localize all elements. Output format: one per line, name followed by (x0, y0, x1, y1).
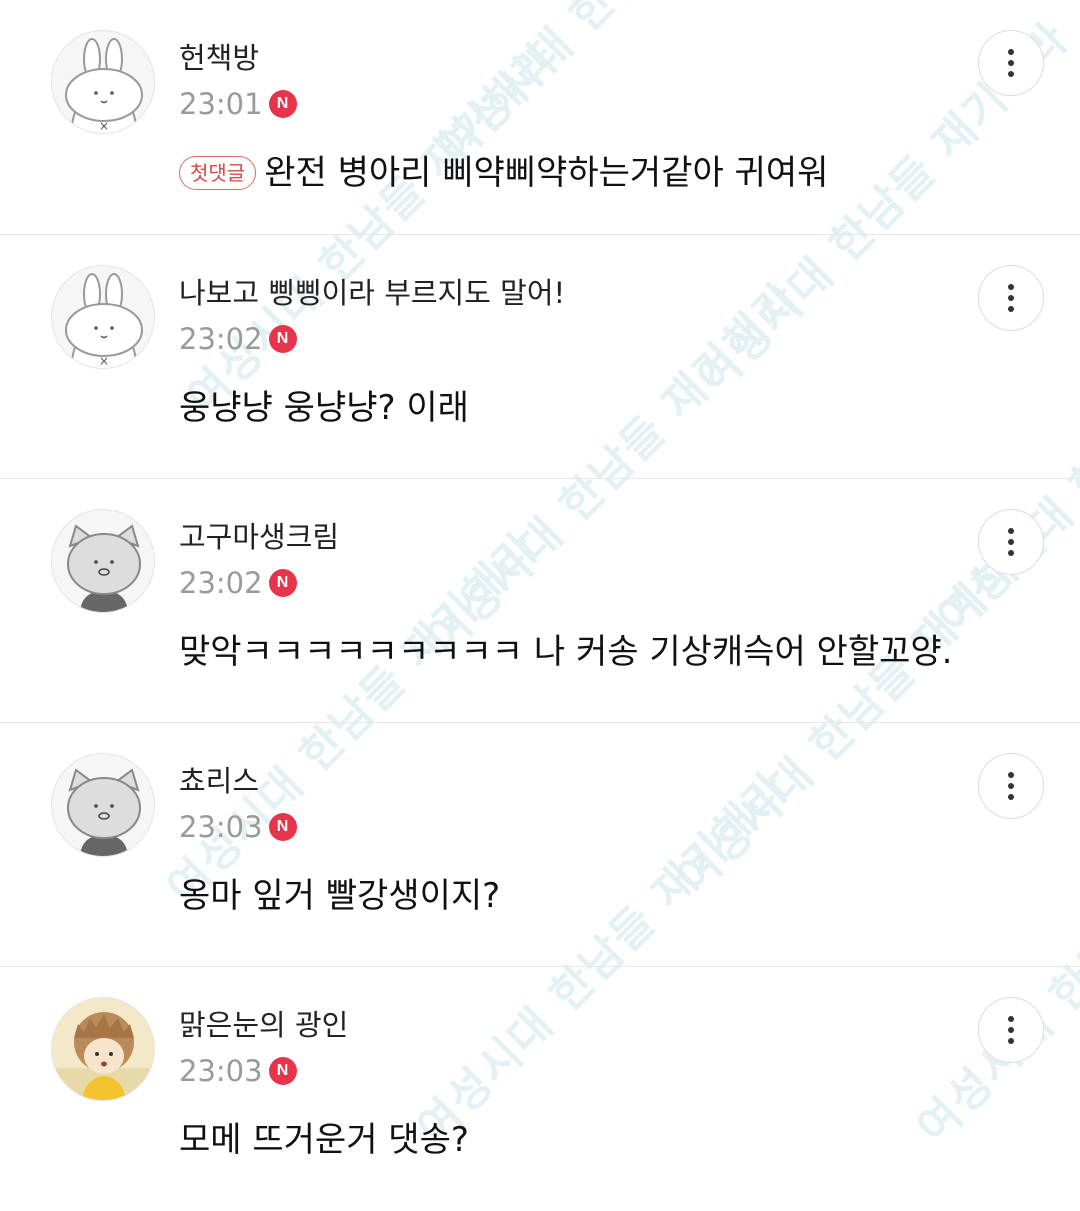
kebab-dot-icon (1008, 772, 1014, 778)
kebab-dot-icon (1008, 295, 1014, 301)
comment-body: 첫댓글 완전 병아리 삐약삐약하는거같아 귀여워 (179, 152, 828, 194)
rabbit-avatar[interactable]: × (51, 30, 155, 134)
kebab-dot-icon (1008, 1038, 1014, 1044)
timestamp: 23:01 (179, 87, 263, 121)
comment-meta: 23:01 N (179, 86, 297, 122)
comment-item: 맑은눈의 광인 23:03 N 모메 뜨거운거 댓송? (0, 967, 1080, 1211)
comment-item: 고구마생크림 23:02 N 맞악ㅋㅋㅋㅋㅋㅋㅋㅋㅋ 나 커송 기상캐슥어 안할… (0, 479, 1080, 723)
comment-body: 웅냥냥 웅냥냥? 이래 (179, 387, 469, 429)
more-options-button[interactable] (978, 509, 1044, 575)
kebab-dot-icon (1008, 284, 1014, 290)
more-options-button[interactable] (978, 265, 1044, 331)
comment-text: 모메 뜨거운거 댓송? (179, 1120, 469, 1160)
more-options-button[interactable] (978, 30, 1044, 96)
comment-meta: 23:03 N (179, 809, 297, 845)
kebab-dot-icon (1008, 550, 1014, 556)
kebab-dot-icon (1008, 528, 1014, 534)
comment-text: 옹마 잎거 빨강생이지? (179, 876, 501, 916)
comment-meta: 23:02 N (179, 321, 297, 357)
svg-text:×: × (99, 119, 109, 133)
new-badge: N (268, 325, 297, 353)
kebab-dot-icon (1008, 306, 1014, 312)
timestamp: 23:02 (179, 322, 263, 356)
rabbit-avatar[interactable]: × (51, 265, 155, 369)
timestamp: 23:03 (179, 810, 263, 844)
comment-item: × 나보고 삥삥이라 부르지도 말어! 23:02 N 웅냥냥 웅냥냥? 이래 (0, 235, 1080, 479)
kebab-dot-icon (1008, 794, 1014, 800)
svg-text:×: × (99, 354, 109, 368)
timestamp: 23:03 (179, 1054, 263, 1088)
comment-body: 옹마 잎거 빨강생이지? (179, 875, 500, 917)
kebab-dot-icon (1008, 71, 1014, 77)
nickname[interactable]: 쵸리스 (179, 763, 259, 799)
nickname[interactable]: 나보고 삥삥이라 부르지도 말어! (179, 275, 565, 311)
comment-meta: 23:02 N (179, 565, 297, 601)
comment-body: 맞악ㅋㅋㅋㅋㅋㅋㅋㅋㅋ 나 커송 기상캐슥어 안할꼬양. (179, 631, 952, 673)
kebab-dot-icon (1008, 1016, 1014, 1022)
new-badge: N (268, 569, 297, 597)
first-comment-tag: 첫댓글 (179, 156, 257, 190)
timestamp: 23:02 (179, 566, 263, 600)
more-options-button[interactable] (978, 997, 1044, 1063)
nickname[interactable]: 맑은눈의 광인 (179, 1007, 348, 1043)
kebab-dot-icon (1008, 1027, 1014, 1033)
nickname[interactable]: 헌책방 (179, 40, 259, 76)
kebab-dot-icon (1008, 539, 1014, 545)
new-badge: N (268, 1057, 297, 1085)
new-badge: N (268, 813, 297, 841)
new-badge: N (268, 90, 297, 118)
comment-text: 완전 병아리 삐약삐약하는거같아 귀여워 (264, 153, 829, 193)
cat-avatar[interactable] (51, 753, 155, 857)
kebab-dot-icon (1008, 783, 1014, 789)
comment-item: 쵸리스 23:03 N 옹마 잎거 빨강생이지? (0, 723, 1080, 967)
kebab-dot-icon (1008, 49, 1014, 55)
cat-avatar[interactable] (51, 509, 155, 613)
kebab-dot-icon (1008, 60, 1014, 66)
comment-meta: 23:03 N (179, 1053, 297, 1089)
comment-text: 웅냥냥 웅냥냥? 이래 (179, 388, 469, 428)
comment-item: × 헌책방 23:01 N 첫댓글 완전 병아리 삐약삐약하는거같아 귀여워 (0, 0, 1080, 235)
more-options-button[interactable] (978, 753, 1044, 819)
nickname[interactable]: 고구마생크림 (179, 519, 339, 555)
photo-avatar[interactable] (51, 997, 155, 1101)
comment-list: × 헌책방 23:01 N 첫댓글 완전 병아리 삐약삐약하는거같아 귀여워 ×… (0, 0, 1080, 1211)
comment-text: 맞악ㅋㅋㅋㅋㅋㅋㅋㅋㅋ 나 커송 기상캐슥어 안할꼬양. (179, 632, 953, 672)
comment-body: 모메 뜨거운거 댓송? (179, 1119, 469, 1161)
